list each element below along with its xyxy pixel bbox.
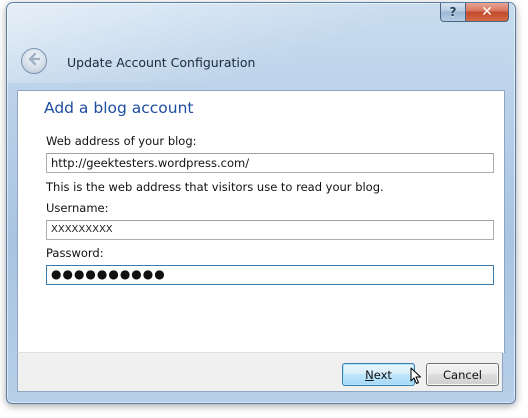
dialog-window: ? ✕ Update Account Configuration Add a b… <box>6 2 516 404</box>
content-panel: Add a blog account Web address of your b… <box>17 90 505 353</box>
username-label: Username: <box>46 201 109 215</box>
password-label: Password: <box>46 246 104 260</box>
next-label-rest: ext <box>373 367 392 382</box>
web-address-input[interactable]: http://geektesters.wordpress.com/ <box>46 153 494 173</box>
web-address-hint: This is the web address that visitors us… <box>46 180 384 194</box>
next-mnemonic: N <box>365 367 374 382</box>
help-button[interactable]: ? <box>440 3 466 22</box>
mouse-pointer-icon <box>410 367 422 389</box>
button-bar: Next Cancel <box>17 352 503 392</box>
password-input[interactable]: ●●●●●●●●●● <box>46 265 494 285</box>
window-title: Update Account Configuration <box>67 55 256 70</box>
glass-shine <box>7 3 515 83</box>
page-heading: Add a blog account <box>44 99 194 117</box>
username-input[interactable]: XXXXXXXXX <box>46 220 494 240</box>
back-button[interactable] <box>21 48 47 74</box>
close-button[interactable]: ✕ <box>466 3 509 22</box>
back-arrow-icon <box>26 51 42 71</box>
next-button[interactable]: Next <box>342 363 415 386</box>
caption-buttons: ? ✕ <box>440 3 509 22</box>
web-address-label: Web address of your blog: <box>46 134 197 148</box>
cancel-button[interactable]: Cancel <box>426 363 499 386</box>
